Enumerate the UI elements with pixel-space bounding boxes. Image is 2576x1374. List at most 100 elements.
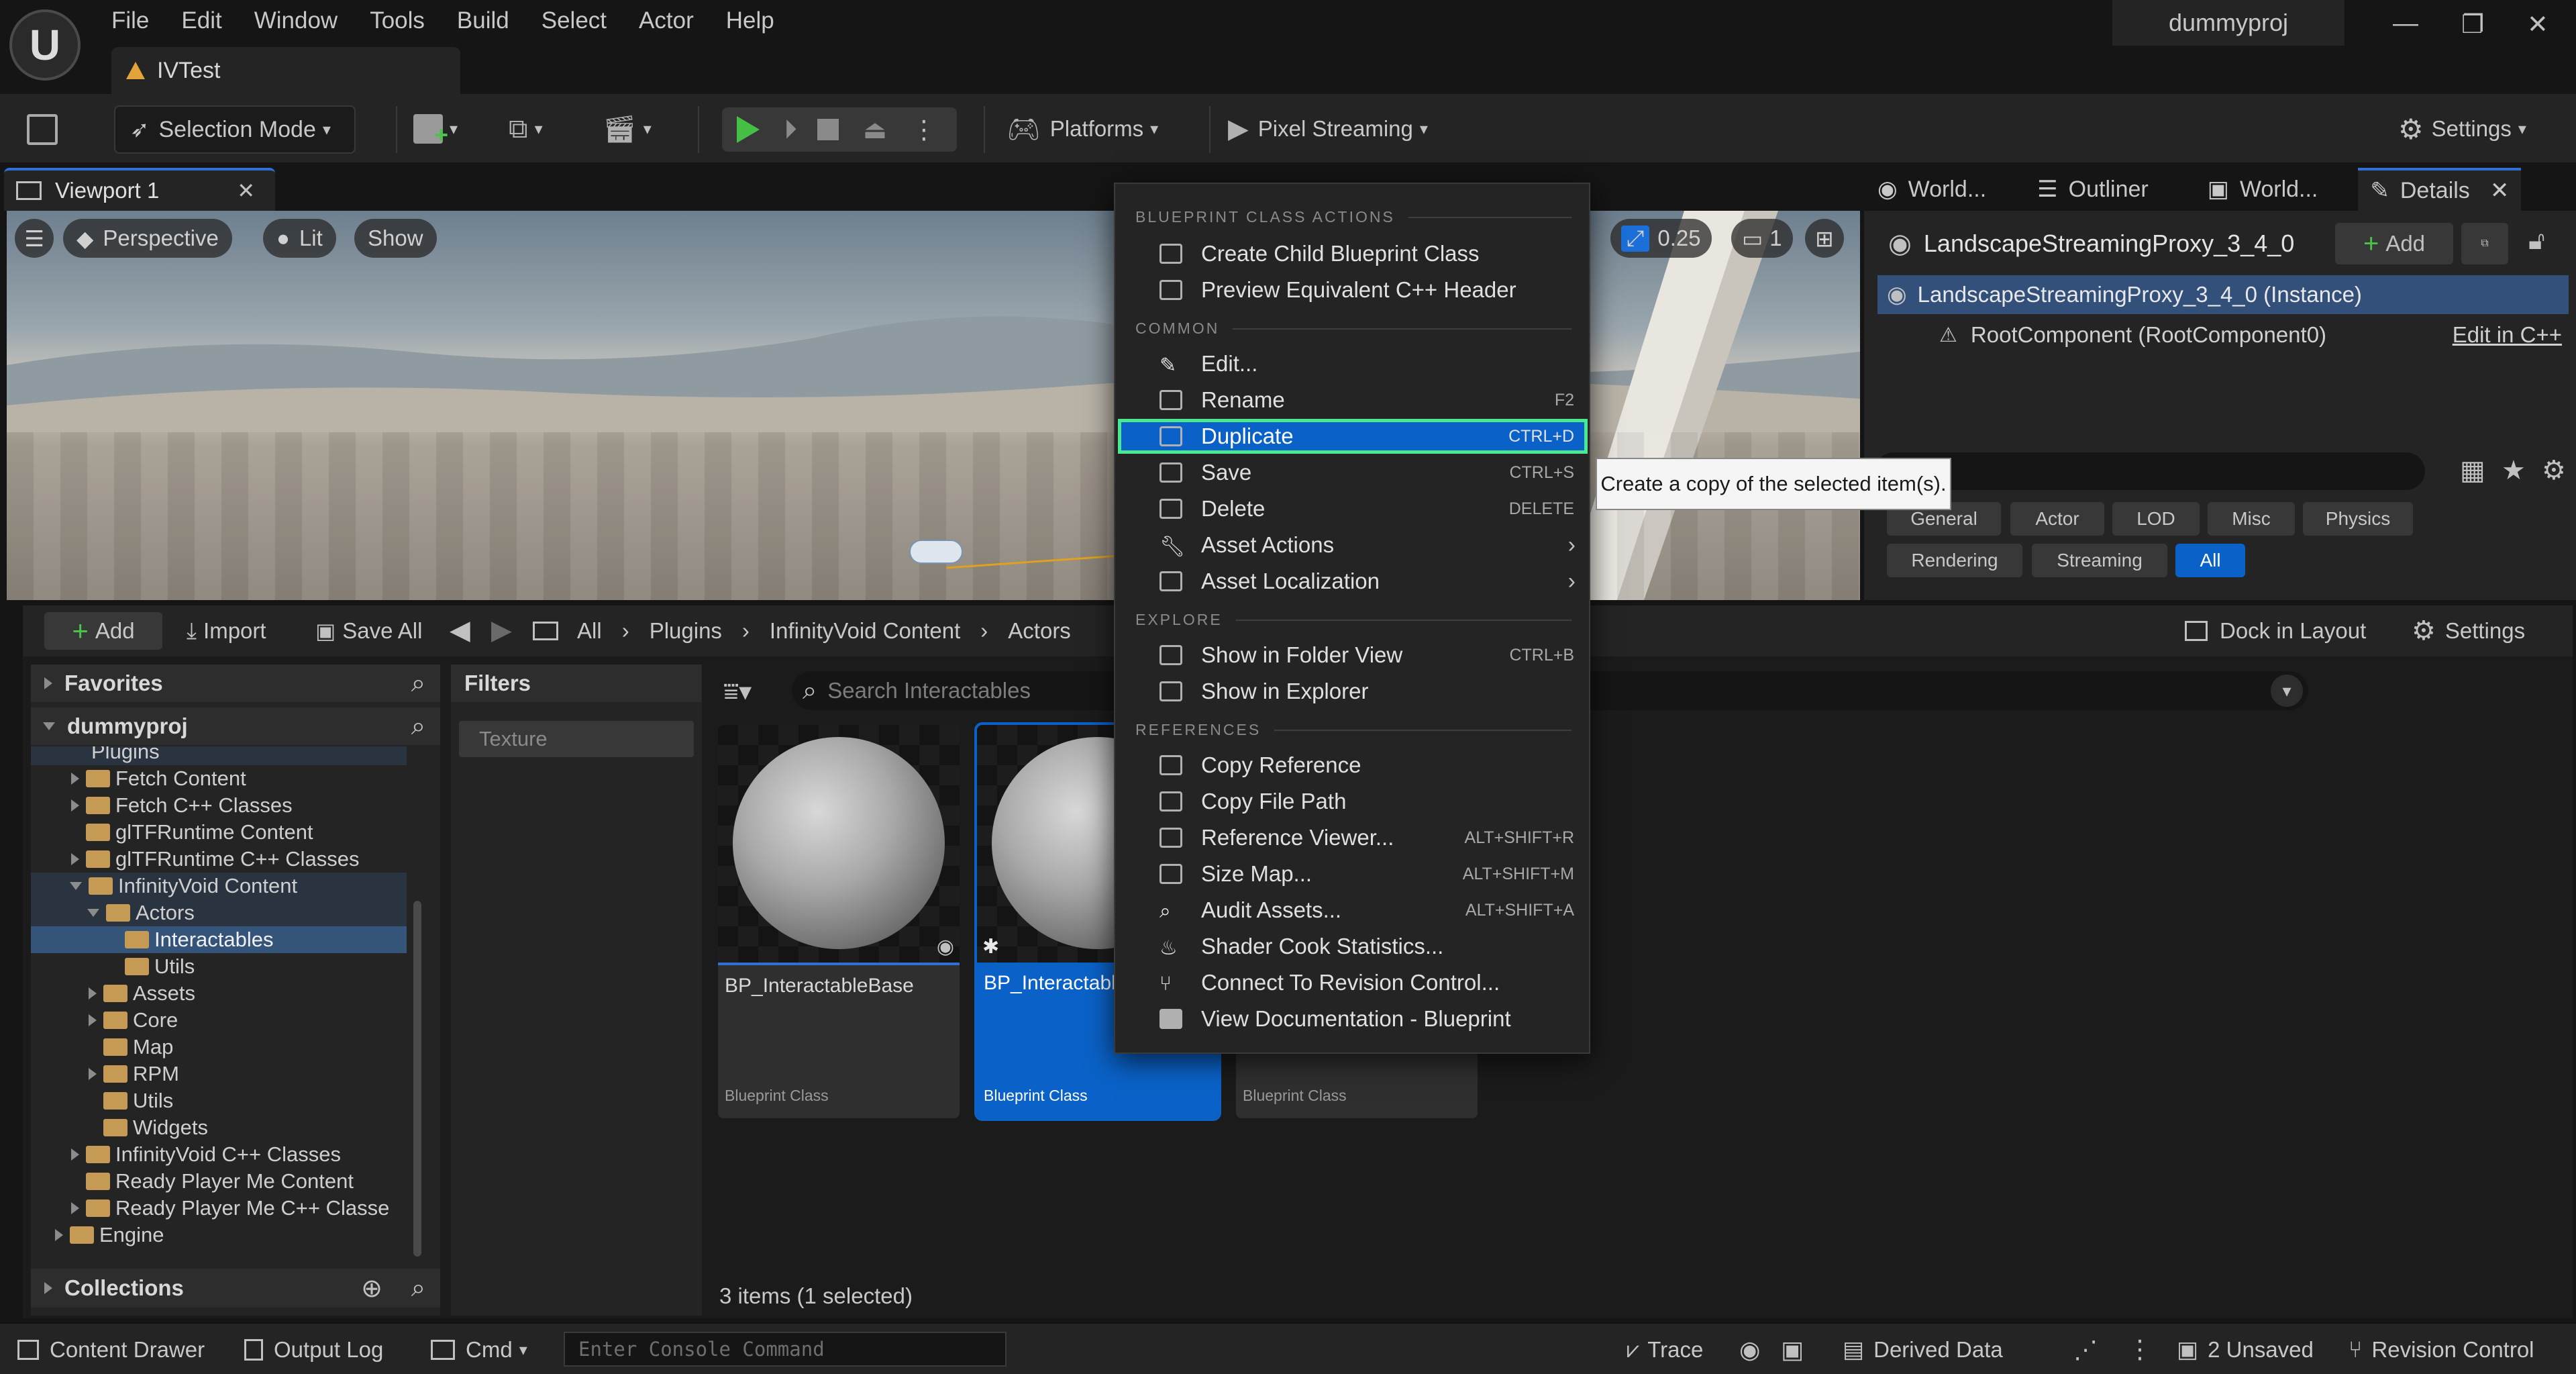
breadcrumb-plugins[interactable]: Plugins — [650, 618, 722, 644]
more-options-icon[interactable]: ⋮ — [911, 115, 937, 145]
minimize-icon[interactable]: — — [2393, 9, 2418, 38]
filter-chip-lod[interactable]: LOD — [2112, 502, 2200, 536]
filter-chip-physics[interactable]: Physics — [2303, 502, 2413, 536]
tree-item-interactables[interactable]: Interactables — [31, 926, 407, 953]
menu-copy-file-path[interactable]: Copy File Path — [1118, 784, 1588, 819]
details-search-input[interactable]: rch — [1875, 452, 2425, 490]
tree-scrollbar[interactable] — [413, 901, 421, 1257]
tab-world-1[interactable]: ◉ World... — [1877, 176, 1986, 203]
tree-item-assets[interactable]: Assets — [31, 980, 407, 1007]
menu-select[interactable]: Select — [542, 7, 607, 34]
filter-icon[interactable]: ⩸▾ — [723, 677, 752, 707]
collections-header[interactable]: Collections ⊕ ⌕ — [31, 1269, 440, 1308]
filter-chip-rendering[interactable]: Rendering — [1887, 544, 2022, 577]
breadcrumb-actors[interactable]: Actors — [1008, 618, 1071, 644]
menu-save[interactable]: Save CTRL+S — [1118, 455, 1588, 490]
tree-item-engine[interactable]: Engine — [31, 1222, 407, 1248]
show-button[interactable]: Show — [354, 219, 437, 258]
menu-help[interactable]: Help — [726, 7, 774, 34]
tab-outliner[interactable]: ☰ Outliner — [2037, 176, 2149, 203]
console-command-input[interactable]: Enter Console Command — [564, 1332, 1007, 1367]
menu-view-documentation[interactable]: View Documentation - Blueprint — [1118, 1001, 1588, 1036]
layout-button[interactable]: ⊞ — [1805, 219, 1844, 258]
tree-item-map[interactable]: Map — [31, 1034, 407, 1061]
tree-item-fetch-cpp[interactable]: Fetch C++ Classes — [31, 792, 407, 819]
menu-connect-revision-control[interactable]: ⑂ Connect To Revision Control... — [1118, 965, 1588, 1000]
source-control-status-icon[interactable]: ⋰ — [2073, 1336, 2098, 1364]
close-tab-icon[interactable]: ✕ — [237, 178, 255, 203]
menu-rename[interactable]: Rename F2 — [1118, 383, 1588, 418]
cmd-dropdown[interactable]: Cmd ▾ — [431, 1333, 527, 1367]
platforms-button[interactable]: 🎮︎ Platforms ▾ — [1007, 110, 1158, 148]
breadcrumb-all[interactable]: All — [577, 618, 602, 644]
menu-edit[interactable]: Edit — [181, 7, 221, 34]
favorites-header[interactable]: Favorites ⌕ — [31, 665, 440, 702]
tree-item-gltf-content[interactable]: glTFRuntime Content — [31, 819, 407, 846]
gear-icon[interactable]: ⚙ — [2542, 455, 2566, 486]
menu-delete[interactable]: Delete DELETE — [1118, 491, 1588, 526]
add-component-button[interactable]: + Add — [2335, 223, 2453, 264]
component-row-root[interactable]: ⚠ RootComponent (RootComponent0) Edit in… — [1877, 315, 2569, 354]
tab-details[interactable]: ✎ Details ✕ — [2358, 168, 2522, 211]
tree-item-infinityvoid-content[interactable]: InfinityVoid Content — [31, 873, 407, 899]
tree-item-rpm-cpp[interactable]: Ready Player Me C++ Classe — [31, 1195, 407, 1222]
tree-item-utils-actors[interactable]: Utils — [31, 953, 407, 980]
eject-icon[interactable]: ⏏ — [863, 115, 887, 145]
search-icon[interactable]: ⌕ — [411, 712, 425, 741]
lit-button[interactable]: ● Lit — [263, 219, 336, 258]
unreal-logo-icon[interactable]: U — [9, 9, 81, 81]
more-options-icon[interactable]: ⋮ — [2127, 1334, 2153, 1365]
filter-chip-actor[interactable]: Actor — [2010, 502, 2104, 536]
menu-show-in-folder-view[interactable]: Show in Folder View CTRL+B — [1118, 638, 1588, 673]
menu-window[interactable]: Window — [254, 7, 338, 34]
menu-create-child-blueprint[interactable]: Create Child Blueprint Class — [1118, 236, 1588, 271]
cb-add-button[interactable]: + Add — [44, 612, 162, 650]
menu-file[interactable]: File — [111, 7, 149, 34]
tree-item-gltf-cpp[interactable]: glTFRuntime C++ Classes — [31, 846, 407, 873]
dock-in-layout-button[interactable]: Dock in Layout — [2185, 612, 2366, 650]
camera-speed-button[interactable]: ⤢ 0.25 — [1610, 219, 1712, 258]
camera-icon[interactable]: ▣ — [1781, 1336, 1804, 1364]
star-icon[interactable]: ★ — [2502, 455, 2526, 486]
landscape-proxy-icon[interactable] — [909, 540, 963, 564]
add-collection-icon[interactable]: ⊕ — [361, 1273, 382, 1304]
add-actor-button[interactable]: + ▾ — [413, 110, 458, 148]
filter-chip-misc[interactable]: Misc — [2208, 502, 2295, 536]
filter-chip-all[interactable]: All — [2175, 544, 2245, 577]
menu-size-map[interactable]: Size Map... ALT+SHIFT+M — [1118, 856, 1588, 891]
record-icon[interactable]: ◉ — [1739, 1336, 1760, 1364]
blueprints-button[interactable]: ⧉ ▾ — [509, 110, 543, 148]
level-document-tab[interactable]: IVTest — [111, 47, 460, 94]
back-icon[interactable]: ◀ — [450, 615, 470, 646]
menu-build[interactable]: Build — [457, 7, 509, 34]
step-icon[interactable]: ⏵ — [784, 115, 797, 145]
tree-item-fetch-content[interactable]: Fetch Content — [31, 765, 407, 792]
restore-icon[interactable]: ❐ — [2461, 9, 2484, 40]
table-view-icon[interactable]: ▦ — [2460, 455, 2485, 486]
asset-tile[interactable]: ◉ BP_InteractableBase Blueprint Class — [718, 725, 960, 1118]
derived-data-button[interactable]: ▤ Derived Data — [1843, 1333, 2003, 1367]
menu-duplicate[interactable]: Duplicate CTRL+D — [1118, 419, 1588, 454]
menu-reference-viewer[interactable]: Reference Viewer... ALT+SHIFT+R — [1118, 820, 1588, 855]
tree-item-widgets[interactable]: Widgets — [31, 1114, 407, 1141]
menu-preview-cpp-header[interactable]: Preview Equivalent C++ Header — [1118, 273, 1588, 307]
search-icon[interactable]: ⌕ — [411, 1274, 425, 1303]
tree-item-utils[interactable]: Utils — [31, 1087, 407, 1114]
edit-in-cpp-link[interactable]: Edit in C++ — [2453, 322, 2562, 348]
blueprint-button[interactable]: ⧉ — [2461, 223, 2508, 264]
lock-icon[interactable]: 🔓︎ — [2528, 227, 2545, 256]
tab-world-2[interactable]: ▣ World... — [2208, 176, 2318, 203]
output-log-button[interactable]: Output Log — [244, 1333, 383, 1367]
chevron-down-icon[interactable]: ▾ — [2271, 675, 2303, 707]
component-row-instance[interactable]: ◉ LandscapeStreamingProxy_3_4_0 (Instanc… — [1877, 275, 2569, 314]
save-icon[interactable] — [27, 114, 58, 145]
revision-control-button[interactable]: ⑂ Revision Control — [2349, 1333, 2534, 1367]
cinematics-button[interactable]: 🎬︎ ▾ — [603, 110, 652, 148]
pixel-streaming-button[interactable]: ▶ Pixel Streaming ▾ — [1228, 110, 1428, 148]
breadcrumb-infinityvoid[interactable]: InfinityVoid Content — [770, 618, 960, 644]
filter-texture[interactable]: Texture — [459, 721, 694, 757]
settings-button[interactable]: ⚙ Settings ▾ — [2398, 110, 2526, 148]
menu-asset-actions[interactable]: 🔧︎ Asset Actions › — [1118, 528, 1588, 562]
menu-show-in-explorer[interactable]: Show in Explorer — [1118, 674, 1588, 709]
forward-icon[interactable]: ▶ — [491, 615, 512, 646]
